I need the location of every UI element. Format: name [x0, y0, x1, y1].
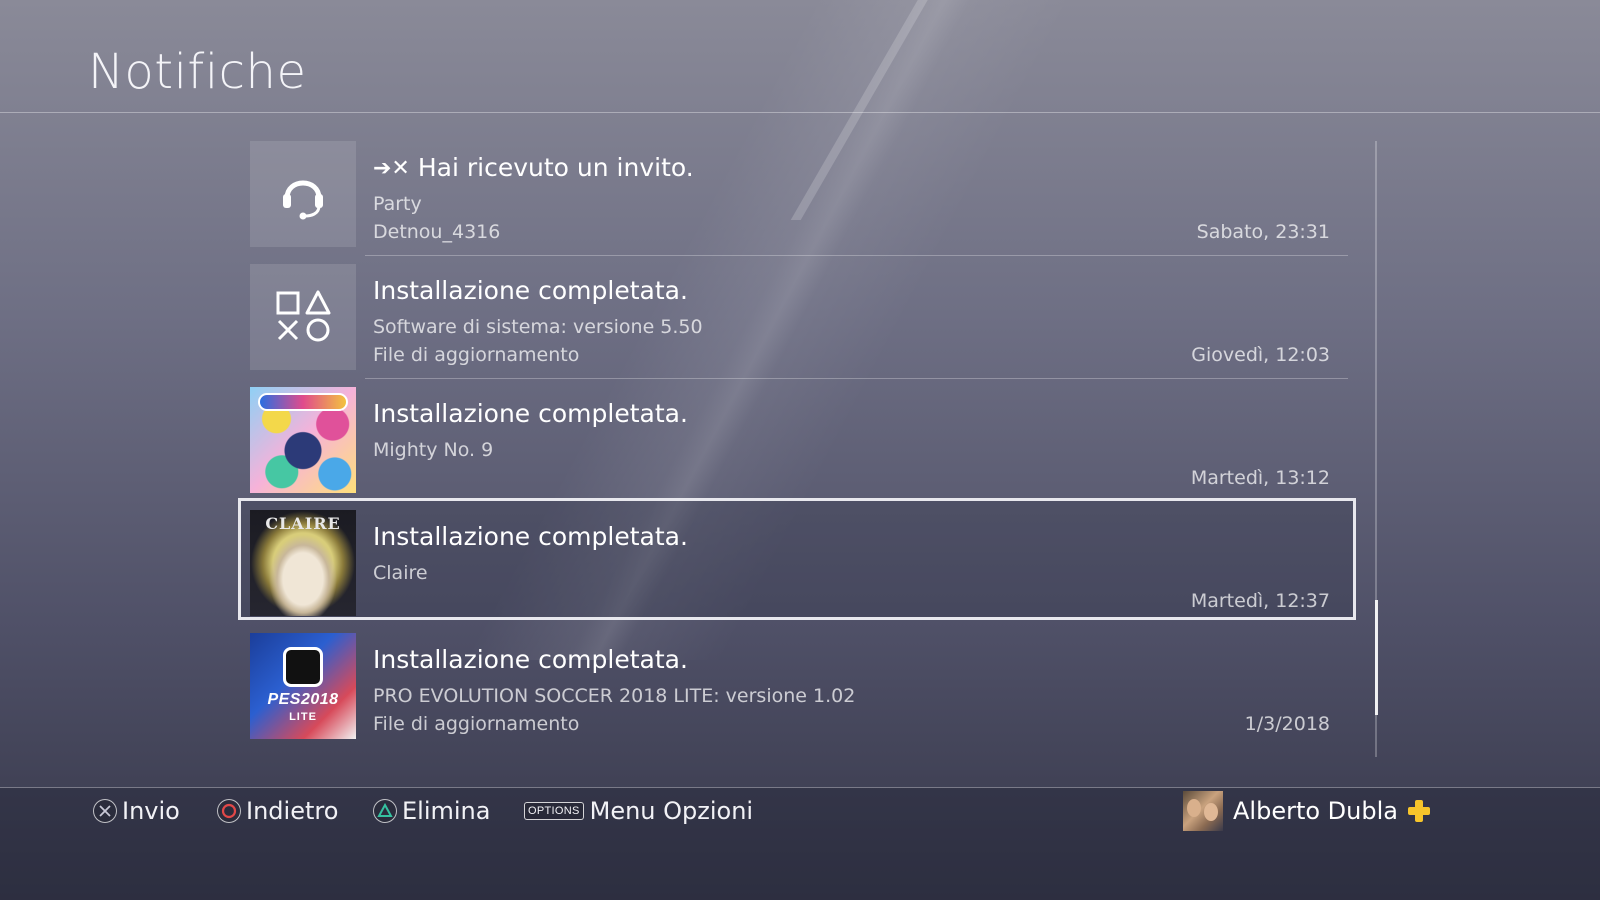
- playstation-shapes-icon: [250, 264, 356, 370]
- notification-text: Installazione completata. PRO EVOLUTION …: [373, 633, 1330, 739]
- options-button-icon: OPTIONS: [524, 802, 584, 820]
- notification-headline: ➔✕ Hai ricevuto un invito.: [373, 153, 694, 182]
- notification-text: Installazione completata. Mighty No. 9 M…: [373, 387, 1330, 493]
- hint-label: Indietro: [246, 797, 339, 825]
- mighty-no-9-cover: [250, 387, 356, 493]
- avatar: [1183, 791, 1223, 831]
- hint-back[interactable]: Indietro: [217, 795, 338, 827]
- pes-2018-cover: PES2018 LITE: [250, 633, 356, 739]
- hint-delete[interactable]: Elimina: [373, 795, 490, 827]
- notification-category: Party: [373, 193, 422, 215]
- notification-headline-text: Hai ricevuto un invito.: [417, 153, 694, 182]
- notification-headline: Installazione completata.: [373, 276, 688, 305]
- notification-time: Martedì, 12:37: [1190, 590, 1330, 612]
- page-title: Notifiche: [88, 44, 307, 100]
- triangle-button-icon: [373, 799, 397, 823]
- claire-cover: CLAIRE: [250, 510, 356, 616]
- notification-text: Installazione completata. Claire Martedì…: [373, 510, 1330, 616]
- notification-sender: Detnou_4316: [373, 221, 501, 243]
- notification-item-mighty-no-9[interactable]: Installazione completata. Mighty No. 9 M…: [250, 387, 1360, 493]
- notification-headline: Installazione completata.: [373, 522, 688, 551]
- hint-options-menu[interactable]: OPTIONS Menu Opzioni: [524, 795, 753, 827]
- notification-item-claire[interactable]: CLAIRE Installazione completata. Claire …: [238, 498, 1360, 620]
- invite-button-hint-icon: ➔✕: [373, 156, 410, 181]
- notification-item-pes-2018[interactable]: PES2018 LITE Installazione completata. P…: [250, 633, 1360, 739]
- list-divider: [365, 255, 1348, 256]
- notification-type: File di aggiornamento: [373, 344, 580, 366]
- notification-item-system-update[interactable]: Installazione completata. Software di si…: [250, 264, 1360, 379]
- user-name: Alberto Dubla: [1233, 797, 1398, 825]
- circle-button-icon: [217, 799, 241, 823]
- hint-enter[interactable]: Invio: [93, 795, 180, 827]
- footer-divider: [0, 787, 1600, 788]
- cover-title: PES2018: [267, 691, 339, 708]
- notification-time: Martedì, 13:12: [1190, 467, 1330, 489]
- playstation-plus-icon: [1407, 800, 1430, 822]
- user-profile[interactable]: Alberto Dubla: [1183, 791, 1430, 831]
- scrollbar-thumb[interactable]: [1375, 600, 1378, 715]
- notification-type: File di aggiornamento: [373, 713, 580, 735]
- notification-game-title: Mighty No. 9: [373, 439, 494, 461]
- notification-detail: Software di sistema: versione 5.50: [373, 316, 703, 338]
- game-cover-art: [250, 387, 356, 493]
- list-divider: [365, 378, 1348, 379]
- notification-game-title: Claire: [373, 562, 428, 584]
- game-cover-art: PES2018 LITE: [250, 633, 356, 739]
- headset-icon: [250, 141, 356, 247]
- header-divider: [0, 112, 1600, 113]
- notification-detail: PRO EVOLUTION SOCCER 2018 LITE: versione…: [373, 685, 856, 707]
- cover-subtitle: LITE: [289, 711, 317, 723]
- notification-time: 1/3/2018: [1244, 713, 1330, 735]
- notification-text: ➔✕ Hai ricevuto un invito. Party Detnou_4…: [373, 141, 1330, 247]
- hint-label: Invio: [122, 797, 180, 825]
- notification-headline: Installazione completata.: [373, 645, 688, 674]
- game-logo: [258, 393, 348, 411]
- hint-label: Elimina: [402, 797, 491, 825]
- notification-time: Giovedì, 12:03: [1191, 344, 1330, 366]
- notification-time: Sabato, 23:31: [1196, 221, 1330, 243]
- notification-text: Installazione completata. Software di si…: [373, 264, 1330, 370]
- notification-item-invite[interactable]: ➔✕ Hai ricevuto un invito. Party Detnou_4…: [250, 141, 1360, 256]
- notification-headline: Installazione completata.: [373, 399, 688, 428]
- cover-title: CLAIRE: [265, 514, 341, 533]
- notification-list: ➔✕ Hai ricevuto un invito. Party Detnou_4…: [238, 141, 1360, 756]
- hint-label: Menu Opzioni: [589, 797, 754, 825]
- pes-logo-icon: [283, 647, 323, 687]
- game-cover-art: CLAIRE: [250, 510, 356, 616]
- cross-button-icon: [93, 799, 117, 823]
